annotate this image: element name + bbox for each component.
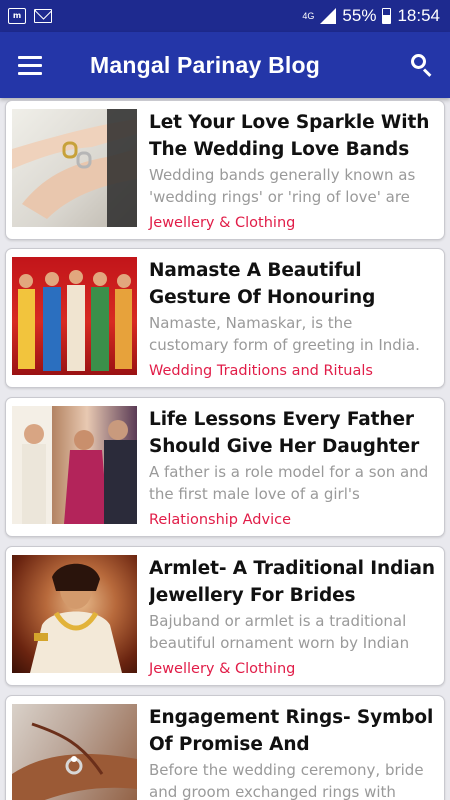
post-category[interactable]: Wedding Traditions and Rituals [149, 363, 436, 379]
signal-icon [320, 8, 337, 24]
post-title[interactable]: Life Lessons Every Father Should Give He… [149, 406, 436, 460]
post-text: Armlet- A Traditional Indian Jewellery F… [149, 555, 436, 677]
post-title[interactable]: Namaste A Beautiful Gesture Of Honouring… [149, 257, 436, 311]
post-category[interactable]: Jewellery & Clothing [149, 661, 436, 677]
post-text: Let Your Love Sparkle With The Wedding L… [149, 109, 436, 231]
post-title[interactable]: Armlet- A Traditional Indian Jewellery F… [149, 555, 436, 609]
search-icon[interactable] [408, 51, 436, 79]
post-excerpt: Namaste, Namaskar, is the customary form… [149, 314, 420, 354]
network-type: 4G [302, 10, 315, 21]
post-excerpt: Before the wedding ceremony, bride and g… [149, 761, 424, 800]
app-title: Mangal Parinay Blog [90, 51, 321, 78]
post-card[interactable]: Armlet- A Traditional Indian Jewellery F… [5, 546, 445, 686]
app-notification-icon: m [8, 8, 26, 24]
battery-icon [382, 8, 392, 24]
menu-icon[interactable] [0, 32, 60, 98]
clock: 18:54 [397, 6, 440, 25]
post-thumbnail[interactable] [12, 406, 137, 524]
post-title[interactable]: Let Your Love Sparkle With The Wedding L… [149, 109, 436, 163]
post-card[interactable]: Namaste A Beautiful Gesture Of Honouring… [5, 248, 445, 388]
post-thumbnail[interactable] [12, 257, 137, 375]
post-card[interactable]: Life Lessons Every Father Should Give He… [5, 397, 445, 537]
post-card[interactable]: Let Your Love Sparkle With The Wedding L… [5, 100, 445, 240]
status-bar-left: m [8, 8, 52, 24]
post-title[interactable]: Engagement Rings- Symbol Of Promise And [149, 704, 436, 758]
post-category[interactable]: Relationship Advice [149, 512, 436, 528]
post-thumbnail[interactable] [12, 555, 137, 673]
post-excerpt: Bajuband or armlet is a traditional beau… [149, 612, 410, 652]
post-text: Engagement Rings- Symbol Of Promise And … [149, 704, 436, 800]
battery-level-fill [383, 15, 391, 23]
post-excerpt: A father is a role model for a son and t… [149, 463, 429, 503]
battery-percent: 55% [342, 6, 377, 25]
post-text: Namaste A Beautiful Gesture Of Honouring… [149, 257, 436, 379]
mail-icon [34, 9, 52, 23]
post-card[interactable]: Engagement Rings- Symbol Of Promise And … [5, 695, 445, 800]
status-bar: m 4G 55% 18:54 [0, 0, 450, 32]
post-category[interactable]: Jewellery & Clothing [149, 215, 436, 231]
status-bar-right: 4G 55% 18:54 [302, 6, 440, 26]
post-feed[interactable]: Let Your Love Sparkle With The Wedding L… [0, 98, 450, 800]
post-thumbnail[interactable] [12, 704, 137, 800]
post-text: Life Lessons Every Father Should Give He… [149, 406, 436, 528]
post-thumbnail[interactable] [12, 109, 137, 227]
app-bar: Mangal Parinay Blog [0, 32, 450, 98]
post-excerpt: Wedding bands generally known as 'weddin… [149, 166, 416, 206]
